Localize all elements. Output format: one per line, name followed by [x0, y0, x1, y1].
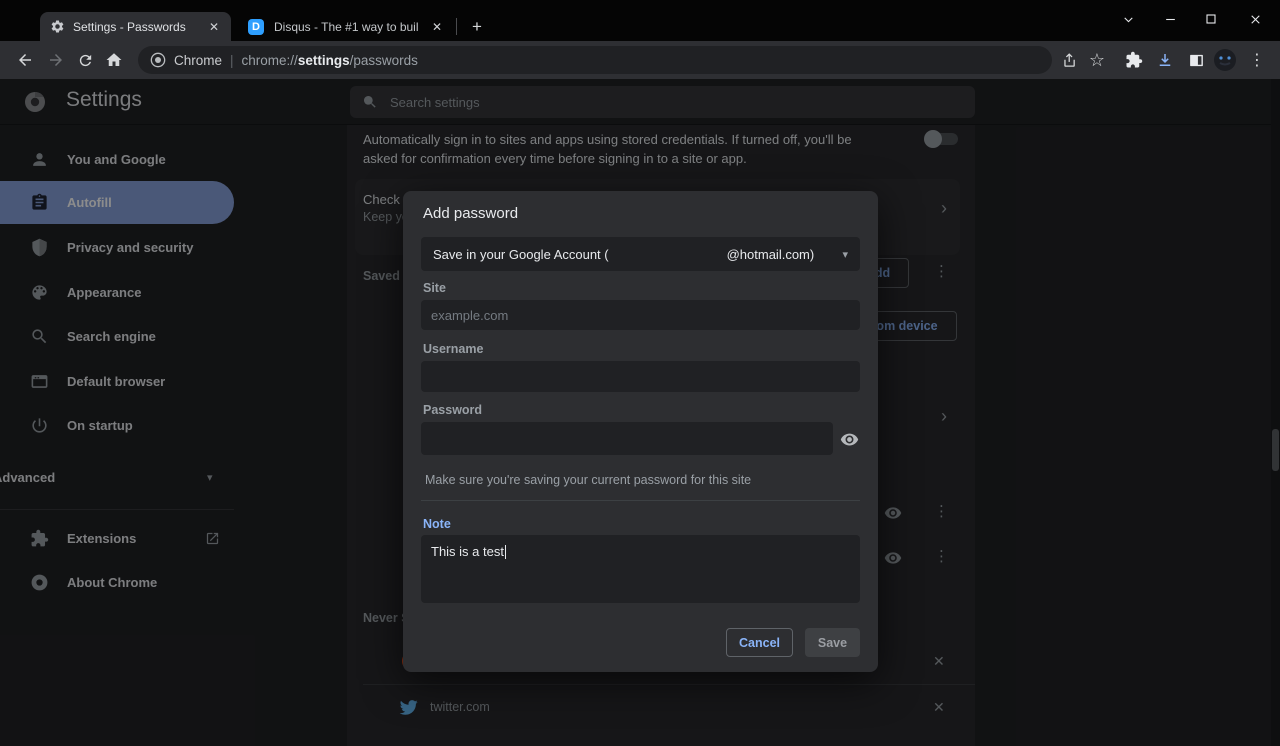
username-input[interactable] [421, 361, 860, 392]
tab-close-icon[interactable]: ✕ [428, 20, 446, 34]
side-panel-icon[interactable] [1184, 48, 1208, 72]
address-bar[interactable]: Chrome | chrome://settings/passwords [138, 46, 1052, 74]
text-cursor [505, 545, 506, 559]
browser-menu-kebab-icon[interactable]: ⋮ [1245, 48, 1269, 72]
tab-separator [456, 18, 457, 35]
extensions-puzzle-icon[interactable] [1122, 48, 1146, 72]
tab-settings[interactable]: Settings - Passwords ✕ [40, 12, 231, 41]
password-helper-text: Make sure you're saving your current pas… [425, 473, 751, 487]
note-text: This is a test [431, 544, 504, 559]
cancel-button[interactable]: Cancel [726, 628, 793, 657]
add-password-dialog: Add password Save in your Google Account… [403, 191, 878, 672]
url-divider: | [230, 53, 234, 68]
note-label: Note [423, 517, 451, 531]
dialog-title: Add password [423, 205, 518, 222]
home-icon[interactable] [102, 48, 126, 72]
new-tab-button[interactable]: + [466, 16, 488, 38]
password-label: Password [423, 403, 482, 417]
window-menu-chevron-icon[interactable] [1117, 8, 1139, 30]
forward-icon[interactable] [44, 48, 68, 72]
password-input[interactable] [421, 422, 833, 455]
profile-avatar[interactable] [1213, 48, 1237, 72]
back-icon[interactable] [13, 48, 37, 72]
save-button[interactable]: Save [805, 628, 860, 657]
tab-disqus[interactable]: D Disqus - The #1 way to build an a ✕ [236, 12, 454, 41]
window-titlebar: Settings - Passwords ✕ D Disqus - The #1… [0, 0, 1280, 41]
browser-toolbar: Chrome | chrome://settings/passwords ☆ ⋮ [0, 41, 1280, 79]
maximize-button[interactable] [1200, 8, 1222, 30]
tab-title: Disqus - The #1 way to build an a [274, 20, 418, 34]
minimize-button[interactable] [1159, 8, 1181, 30]
account-select-suffix: @hotmail.com) [727, 247, 815, 262]
reload-icon[interactable] [73, 48, 97, 72]
share-icon[interactable] [1056, 48, 1080, 72]
settings-page: Settings Search settings You and Google … [0, 79, 1280, 746]
dialog-divider [421, 500, 860, 501]
site-input[interactable] [421, 300, 860, 330]
site-label: Site [423, 281, 446, 295]
window-close-button[interactable] [1244, 8, 1266, 30]
tab-title: Settings - Passwords [73, 20, 197, 34]
gear-favicon-icon [50, 19, 65, 34]
url-app-name: Chrome [174, 53, 222, 68]
download-icon[interactable] [1153, 48, 1177, 72]
url-text: chrome://settings/passwords [242, 53, 418, 68]
tab-close-icon[interactable]: ✕ [205, 20, 223, 34]
account-select-prefix: Save in your Google Account ( [433, 247, 609, 262]
select-caret-down-icon: ▾ [842, 248, 848, 261]
bookmark-star-icon[interactable]: ☆ [1085, 48, 1109, 72]
show-password-eye-icon[interactable] [840, 430, 859, 449]
username-label: Username [423, 342, 483, 356]
note-textarea[interactable]: This is a test [421, 535, 860, 603]
disqus-favicon-icon: D [248, 19, 264, 35]
account-select[interactable]: Save in your Google Account ( @hotmail.c… [421, 237, 860, 271]
browser-window: Settings - Passwords ✕ D Disqus - The #1… [0, 0, 1280, 746]
chrome-logo-icon [150, 52, 166, 68]
